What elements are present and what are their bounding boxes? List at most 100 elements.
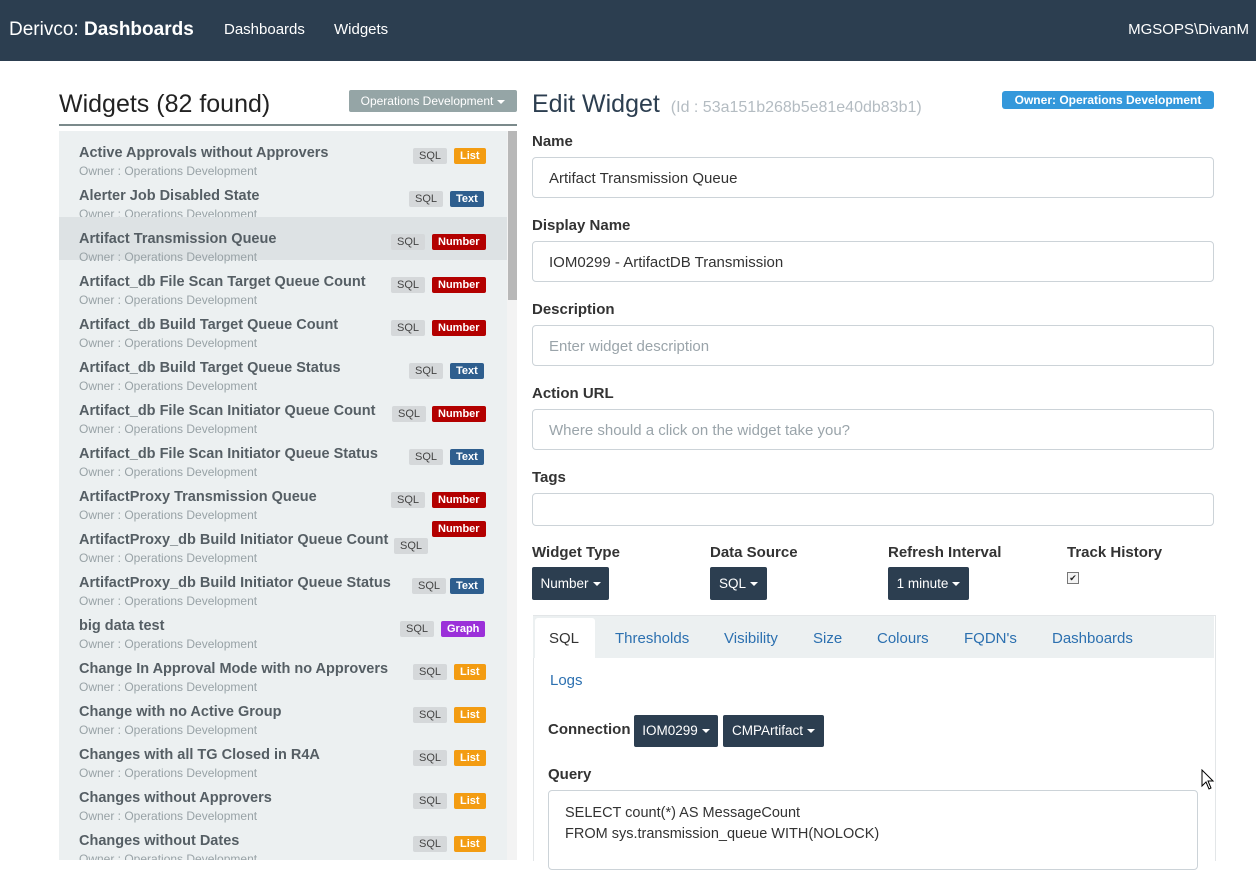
source-badge: SQL [409,363,444,379]
chevron-down-icon [952,582,961,587]
type-badge: List [454,750,486,766]
list-item-title: Alerter Job Disabled State [79,188,260,204]
list-item[interactable]: Artifact_db File Scan Initiator Queue St… [59,432,507,479]
tab-dashboards[interactable]: Dashboards [1052,630,1133,647]
owner-badge: Owner: Operations Development [1002,91,1214,109]
source-badge: SQL [391,320,426,336]
chevron-down-icon [592,582,601,587]
source-badge: SQL [413,707,448,723]
list-item-title: Changes without Approvers [79,790,272,806]
connection-server-dropdown[interactable]: IOM0299 [634,715,718,747]
source-badge: SQL [413,664,448,680]
tab-thresholds[interactable]: Thresholds [615,630,689,647]
tab-size[interactable]: Size [813,630,842,647]
list-item[interactable]: Changes without Approvers Owner : Operati… [59,776,507,823]
refresh-interval-value: 1 minute [896,576,949,591]
list-item[interactable]: Artifact_db Build Target Queue Status Own… [59,346,507,393]
type-badge: Number [432,492,486,508]
widgets-title: Widgets (82 found) [59,90,271,118]
edit-widget-heading: Edit Widget (Id : 53a151b268b5e81e40db83… [532,90,922,119]
brand-name: Dashboards [83,19,194,40]
brand[interactable]: Derivco: Dashboards [9,19,194,41]
mouse-pointer-icon [1201,769,1215,790]
type-badge: Text [450,449,484,465]
name-field[interactable]: Artifact Transmission Queue [532,157,1214,198]
chevron-down-icon [750,582,758,587]
type-badge: Number [432,234,486,250]
list-item[interactable]: big data test Owner : Operations Developm… [59,604,507,651]
name-label: Name [532,133,573,150]
source-badge: SQL [400,621,435,637]
track-history-label: Track History [1067,544,1163,561]
tags-field[interactable] [532,493,1214,526]
divider [59,124,517,126]
list-item-title: Artifact Transmission Queue [79,231,277,247]
type-badge: Text [450,578,484,594]
list-item-title: Active Approvals without Approvers [79,145,329,161]
description-label: Description [532,301,615,318]
description-field[interactable]: Enter widget description [532,325,1214,366]
widget-type-dropdown[interactable]: Number [532,567,609,600]
list-item[interactable]: ArtifactProxy_db Build Initiator Queue S… [59,561,507,608]
list-item[interactable]: Artifact Transmission Queue Owner : Opera… [59,217,507,264]
list-item[interactable]: ArtifactProxy_db Build Initiator Queue C… [59,518,507,565]
source-badge: SQL [409,191,444,207]
list-item-title: Change with no Active Group [79,704,282,720]
source-badge: SQL [412,578,447,594]
list-item[interactable]: Active Approvals without Approvers Owner … [59,131,507,178]
connection-server-value: IOM0299 [642,723,698,738]
connection-db-dropdown[interactable]: CMPArtifact [723,715,824,747]
tab-sql[interactable]: SQL [549,630,579,647]
display-name-field[interactable]: IOM0299 - ArtifactDB Transmission [532,241,1214,282]
connection-label: Connection [548,721,631,738]
source-badge: SQL [413,793,448,809]
type-badge: List [454,664,486,680]
list-item[interactable]: Change In Approval Mode with no Approver… [59,647,507,694]
list-item[interactable]: Artifact_db File Scan Initiator Queue Co… [59,389,507,436]
widget-id: (Id : 53a151b268b5e81e40db83b1) [670,99,922,116]
source-badge: SQL [413,148,448,164]
source-badge: SQL [391,277,426,293]
track-history-checkbox[interactable]: ✔ [1067,572,1079,584]
list-item-owner: Owner : Operations Development [79,852,258,860]
tab-colours[interactable]: Colours [877,630,929,647]
list-item[interactable]: Artifact_db File Scan Target Queue Count… [59,260,507,307]
list-item-title: Artifact_db File Scan Target Queue Count [79,274,366,290]
owner-filter-label: Operations Development [360,94,494,108]
list-item[interactable]: Alerter Job Disabled State Owner : Operat… [59,174,507,221]
chevron-down-icon [497,99,506,104]
action-url-field[interactable]: Where should a click on the widget take … [532,409,1214,450]
owner-filter-dropdown[interactable]: Operations Development [349,90,517,112]
scrollbar-thumb[interactable] [508,131,517,300]
query-label: Query [548,766,592,783]
list-item[interactable]: Artifact_db Build Target Queue Count Owne… [59,303,507,350]
data-source-dropdown[interactable]: SQL [710,567,767,600]
type-badge: Number [432,320,486,336]
type-badge: Number [432,406,486,422]
edit-widget-title: Edit Widget [532,90,660,118]
type-badge: List [454,793,486,809]
tab-visibility[interactable]: Visibility [724,630,778,647]
list-item[interactable]: Change with no Active Group Owner : Opera… [59,690,507,737]
list-item-title: Artifact_db File Scan Initiator Queue St… [79,446,378,462]
query-editor[interactable]: SELECT count(*) AS MessageCount FROM sys… [548,790,1198,870]
type-badge: Text [450,363,484,379]
refresh-interval-dropdown[interactable]: 1 minute [888,567,969,600]
list-item[interactable]: Changes without Dates Owner : Operations … [59,819,507,860]
list-item-title: ArtifactProxy_db Build Initiator Queue S… [79,575,391,591]
list-item[interactable]: ArtifactProxy Transmission Queue Owner : … [59,475,507,522]
type-badge: List [454,707,486,723]
display-name-label: Display Name [532,217,631,234]
user-menu[interactable]: MGSOPS\DivanM [1128,21,1249,38]
list-item-title: Artifact_db Build Target Queue Count [79,317,339,333]
source-badge: SQL [413,836,448,852]
nav-link-widgets[interactable]: Widgets [334,21,388,38]
list-item-title: Change In Approval Mode with no Approver… [79,661,389,677]
widget-type-label: Widget Type [532,544,620,561]
nav-link-dashboards[interactable]: Dashboards [224,21,305,38]
type-badge: List [454,836,486,852]
source-badge: SQL [392,406,427,422]
list-item[interactable]: Changes with all TG Closed in R4A Owner :… [59,733,507,780]
tab-logs[interactable]: Logs [550,672,583,689]
tab-fqdns[interactable]: FQDN's [964,630,1017,647]
